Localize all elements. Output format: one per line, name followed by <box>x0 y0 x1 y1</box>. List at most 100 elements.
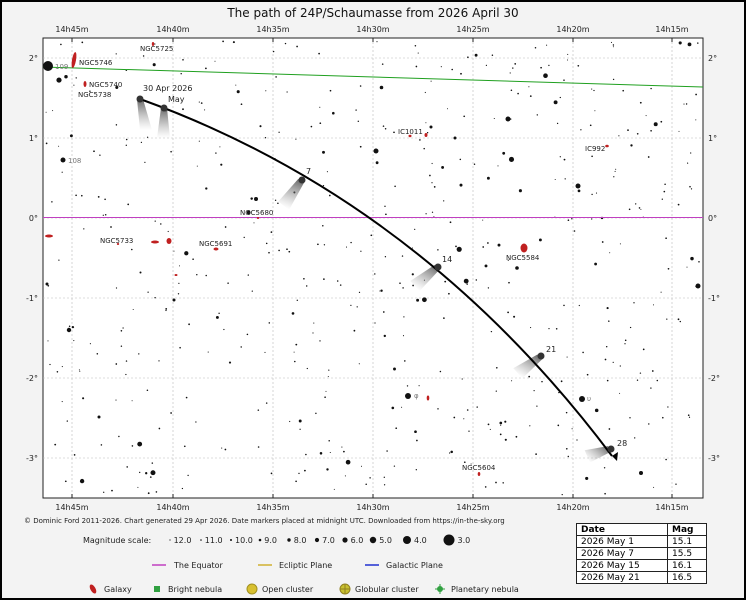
background-star <box>605 345 608 348</box>
background-star <box>79 478 85 484</box>
path-day-label: 28 <box>617 439 627 448</box>
bright-star <box>429 125 433 129</box>
background-star <box>414 45 417 47</box>
background-star <box>653 122 658 127</box>
magnitude-dot <box>169 539 171 541</box>
date-marker <box>160 104 168 112</box>
chart-title: The path of 24P/Schaumasse from 2026 Apr… <box>226 6 518 20</box>
background-star <box>384 127 387 130</box>
sky-chart: The path of 24P/Schaumasse from 2026 Apr… <box>24 6 720 595</box>
object-label: NGC5584 <box>506 254 540 262</box>
dec-tick-label: 1° <box>29 134 38 143</box>
background-star <box>170 150 172 153</box>
background-star <box>650 87 652 90</box>
background-star <box>686 266 688 268</box>
background-star <box>678 41 682 45</box>
background-star <box>412 284 414 287</box>
galaxy-marker <box>477 472 481 476</box>
background-star <box>146 389 149 392</box>
background-star <box>635 203 637 205</box>
background-star <box>58 259 60 261</box>
background-star <box>591 155 593 158</box>
background-star <box>430 80 432 82</box>
background-star <box>393 131 395 134</box>
background-star <box>667 406 669 408</box>
table-header-row: Date Mag <box>576 523 707 536</box>
magnitude-label: 5.0 <box>379 536 392 545</box>
magnitude-dot <box>200 539 202 541</box>
background-star <box>277 202 279 204</box>
background-star <box>639 101 642 104</box>
background-star <box>115 124 118 126</box>
galaxy-marker <box>520 243 528 253</box>
background-star <box>127 203 130 206</box>
object-label: IC992 <box>585 145 605 153</box>
background-star <box>182 108 184 111</box>
dec-tick-label: -2° <box>26 374 38 383</box>
background-star <box>243 236 245 239</box>
background-star <box>228 361 232 364</box>
background-star <box>83 228 85 230</box>
background-star <box>329 451 331 454</box>
background-star <box>495 366 498 369</box>
dec-tick-label: 2° <box>29 54 38 63</box>
background-star <box>650 129 652 132</box>
background-star <box>339 284 342 286</box>
galaxy-marker <box>174 274 178 276</box>
table-cell: 16.1 <box>667 559 707 572</box>
background-star <box>344 475 346 477</box>
background-star <box>490 330 493 333</box>
background-star <box>603 467 606 469</box>
background-star <box>79 370 81 372</box>
galaxy-marker <box>424 133 428 137</box>
background-star <box>115 287 118 289</box>
background-star <box>93 150 95 153</box>
background-star <box>608 320 610 322</box>
bright-star <box>575 183 581 189</box>
background-star <box>139 471 141 474</box>
background-star <box>82 397 85 400</box>
background-star <box>224 448 227 451</box>
background-star <box>665 458 667 461</box>
background-star <box>360 465 363 467</box>
magnitude-dot <box>314 537 320 543</box>
background-star <box>422 297 427 303</box>
galaxy-marker <box>45 234 53 238</box>
background-star <box>441 165 445 169</box>
background-star <box>132 308 134 311</box>
background-star <box>350 241 352 244</box>
background-star <box>177 293 180 295</box>
background-star <box>360 250 362 252</box>
galaxy-marker <box>426 395 430 401</box>
background-star <box>653 486 655 488</box>
background-star <box>697 42 699 44</box>
background-star <box>295 343 298 346</box>
background-star <box>64 480 67 483</box>
background-star <box>594 110 596 112</box>
background-star <box>182 59 184 61</box>
dec-tick-label: -2° <box>708 374 720 383</box>
background-star <box>270 231 273 233</box>
background-star <box>690 152 692 154</box>
object-label: NGC5604 <box>462 464 496 472</box>
dec-tick-label: 1° <box>708 134 717 143</box>
background-star <box>535 453 537 455</box>
background-star <box>594 408 599 413</box>
background-star <box>345 246 348 248</box>
background-star <box>115 363 118 365</box>
star-label: 108 <box>68 157 81 165</box>
background-star <box>474 53 478 57</box>
ra-tick-label: 14h15m <box>655 503 688 512</box>
background-star <box>270 472 273 475</box>
dec-tick-label: -1° <box>708 294 720 303</box>
ra-tick-label: 14h15m <box>655 25 688 34</box>
legend-label: Bright nebula <box>168 585 222 594</box>
bright-star <box>172 298 176 302</box>
background-star <box>120 345 123 347</box>
background-star <box>563 304 565 307</box>
star-label: υ <box>587 395 591 403</box>
background-star <box>678 130 680 132</box>
background-star <box>402 287 404 289</box>
background-star <box>358 291 361 294</box>
background-star <box>508 156 515 162</box>
